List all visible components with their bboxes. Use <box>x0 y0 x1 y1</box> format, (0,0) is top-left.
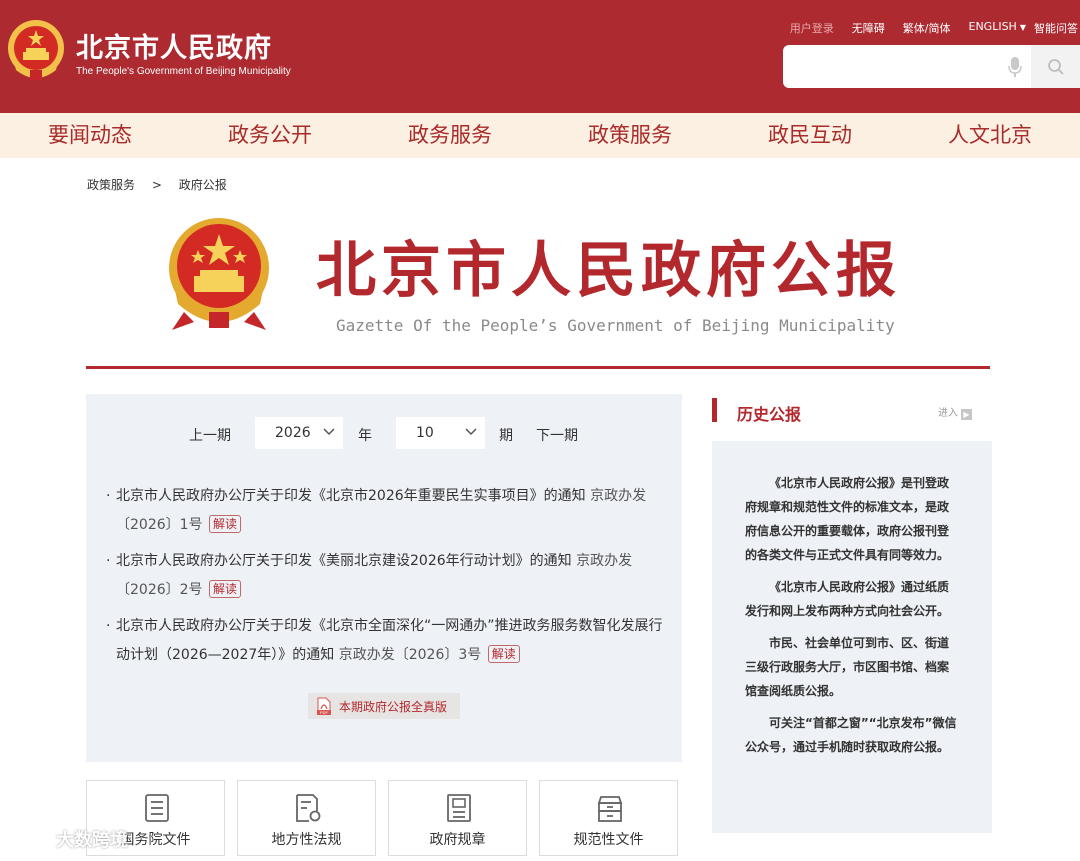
nav-item-gov-services[interactable]: 政务服务 <box>360 113 540 158</box>
issue-label: 期 <box>499 428 513 444</box>
document-list-icon <box>145 794 169 822</box>
issue-panel: 上一期 2026 年 10 期 下一期 · 北京市人民政府办公厅关于印发《北京市… <box>86 394 682 762</box>
list-item: · 北京市人民政府办公厅关于印发《北京市2026年重要民生实事项目》的通知 京政… <box>106 482 666 540</box>
nav-item-interaction[interactable]: 政民互动 <box>720 113 900 158</box>
pdf-icon: PDF <box>317 697 331 715</box>
nav-item-gov-affairs[interactable]: 政务公开 <box>180 113 360 158</box>
document-title-link[interactable]: 北京市人民政府办公厅关于印发《北京市2026年重要民生实事项目》的通知 <box>116 488 586 504</box>
category-label: 规范性文件 <box>573 832 644 848</box>
pdf-icon-text: PDF <box>320 710 329 715</box>
document-edit-icon <box>447 794 471 822</box>
issue-select[interactable]: 10 <box>396 417 485 449</box>
category-local-regulations[interactable]: 地方性法规 <box>237 780 376 856</box>
interpretation-badge[interactable]: 解读 <box>209 580 242 598</box>
year-label: 年 <box>358 428 372 444</box>
nav-item-news[interactable]: 要闻动态 <box>0 113 180 158</box>
intro-paragraph: 《北京市人民政府公报》通过纸质发行和网上发布两种方式向社会公开。 <box>745 580 950 618</box>
full-edition-pdf-button[interactable]: PDF 本期政府公报全真版 <box>308 693 460 719</box>
search-icon <box>1047 58 1064 75</box>
accessibility-link[interactable]: 无障碍 <box>852 20 885 36</box>
category-label: 政府规章 <box>429 832 486 848</box>
intro-paragraph: 可关注“首都之窗”“北京发布”微信公众号，通过手机随时获取政府公报。 <box>745 716 957 754</box>
bullet: · <box>106 618 111 634</box>
login-link[interactable]: 用户登录 <box>790 20 834 36</box>
list-item: · 北京市人民政府办公厅关于印发《北京市全面深化“一网通办”推进政务服务数智化发… <box>106 612 666 670</box>
watermark-text: 大数跨境 <box>56 830 128 851</box>
list-item: · 北京市人民政府办公厅关于印发《美丽北京建设2026年行动计划》的通知 京政办… <box>106 547 666 605</box>
section-marker <box>712 398 717 422</box>
watermark: 大数跨境 <box>6 824 128 854</box>
breadcrumb-gazette[interactable]: 政府公报 <box>179 178 227 192</box>
category-gov-rules[interactable]: 政府规章 <box>388 780 527 856</box>
nav-item-policy-services[interactable]: 政策服务 <box>540 113 720 158</box>
nav-item-culture[interactable]: 人文北京 <box>900 113 1080 158</box>
qa-link[interactable]: 智能问答 <box>1034 20 1078 36</box>
english-link[interactable]: ENGLISH ▼ <box>969 20 1027 36</box>
category-label: 地方性法规 <box>271 832 342 848</box>
site-header: 北京市人民政府 The People's Government of Beiji… <box>0 0 1080 113</box>
gazette-emblem-icon <box>169 218 269 330</box>
full-edition-pdf-label: 本期政府公报全真版 <box>339 699 448 714</box>
enter-history-link[interactable]: 进入 ▶ <box>938 404 972 420</box>
breadcrumb-policy-services[interactable]: 政策服务 <box>87 178 135 192</box>
arrow-right-icon: ▶ <box>961 409 972 420</box>
intro-paragraph: 市民、社会单位可到市、区、街道三级行政服务大厅，市区图书馆、档案馆查阅纸质公报。 <box>745 636 950 698</box>
search-input[interactable] <box>793 53 993 80</box>
microphone-icon[interactable] <box>1007 56 1023 78</box>
document-settings-icon <box>296 794 321 822</box>
traditional-simplified-link[interactable]: 繁体/简体 <box>903 20 951 36</box>
top-links: 用户登录 无障碍 繁体/简体 ENGLISH ▼ 智能问答 <box>772 20 1078 36</box>
issue-select-value: 10 <box>416 425 434 441</box>
national-emblem-icon[interactable] <box>6 18 66 82</box>
year-select[interactable]: 2026 <box>255 417 343 449</box>
main-nav: 要闻动态 政务公开 政务服务 政策服务 政民互动 人文北京 <box>0 113 1080 158</box>
breadcrumb: 政策服务 > 政府公报 <box>87 176 227 193</box>
breadcrumb-separator: > <box>151 178 162 192</box>
intro-paragraph: 《北京市人民政府公报》是刊登政府规章和规范性文件的标准文本，是政府信息公开的重要… <box>745 476 950 562</box>
interpretation-badge[interactable]: 解读 <box>209 515 242 533</box>
year-select-value: 2026 <box>275 425 311 441</box>
interpretation-badge[interactable]: 解读 <box>487 645 520 663</box>
prev-issue-link[interactable]: 上一期 <box>189 425 231 445</box>
enter-label: 进入 <box>938 408 958 419</box>
watermark-logo-icon <box>6 828 48 849</box>
bullet: · <box>106 553 111 569</box>
chevron-down-icon <box>465 428 477 436</box>
next-issue-link[interactable]: 下一期 <box>536 425 578 445</box>
caret-down-icon: ▼ <box>1019 23 1026 32</box>
gazette-intro-box: 《北京市人民政府公报》是刊登政府规章和规范性文件的标准文本，是政府信息公开的重要… <box>712 441 992 833</box>
chevron-down-icon <box>323 428 335 436</box>
gazette-divider <box>86 366 990 369</box>
document-number: 京政办发〔2026〕3号 <box>338 647 482 663</box>
gazette-subtitle: Gazette Of the People’s Government of Be… <box>336 316 895 335</box>
search-button[interactable] <box>1031 45 1080 88</box>
search-box <box>783 45 1080 88</box>
archive-box-icon <box>597 796 623 822</box>
category-normative-docs[interactable]: 规范性文件 <box>539 780 678 856</box>
site-title[interactable]: 北京市人民政府 <box>76 26 272 65</box>
site-subtitle: The People's Government of Beijing Munic… <box>76 66 291 77</box>
history-gazette-title[interactable]: 历史公报 <box>737 401 801 425</box>
document-title-link[interactable]: 北京市人民政府办公厅关于印发《美丽北京建设2026年行动计划》的通知 <box>116 553 572 569</box>
issue-selector: 上一期 2026 年 10 期 下一期 <box>86 417 682 449</box>
bullet: · <box>106 488 111 504</box>
english-link-label: ENGLISH <box>968 20 1017 33</box>
document-list: · 北京市人民政府办公厅关于印发《北京市2026年重要民生实事项目》的通知 京政… <box>106 482 666 677</box>
gazette-title: 北京市人民政府公报 <box>316 236 901 306</box>
